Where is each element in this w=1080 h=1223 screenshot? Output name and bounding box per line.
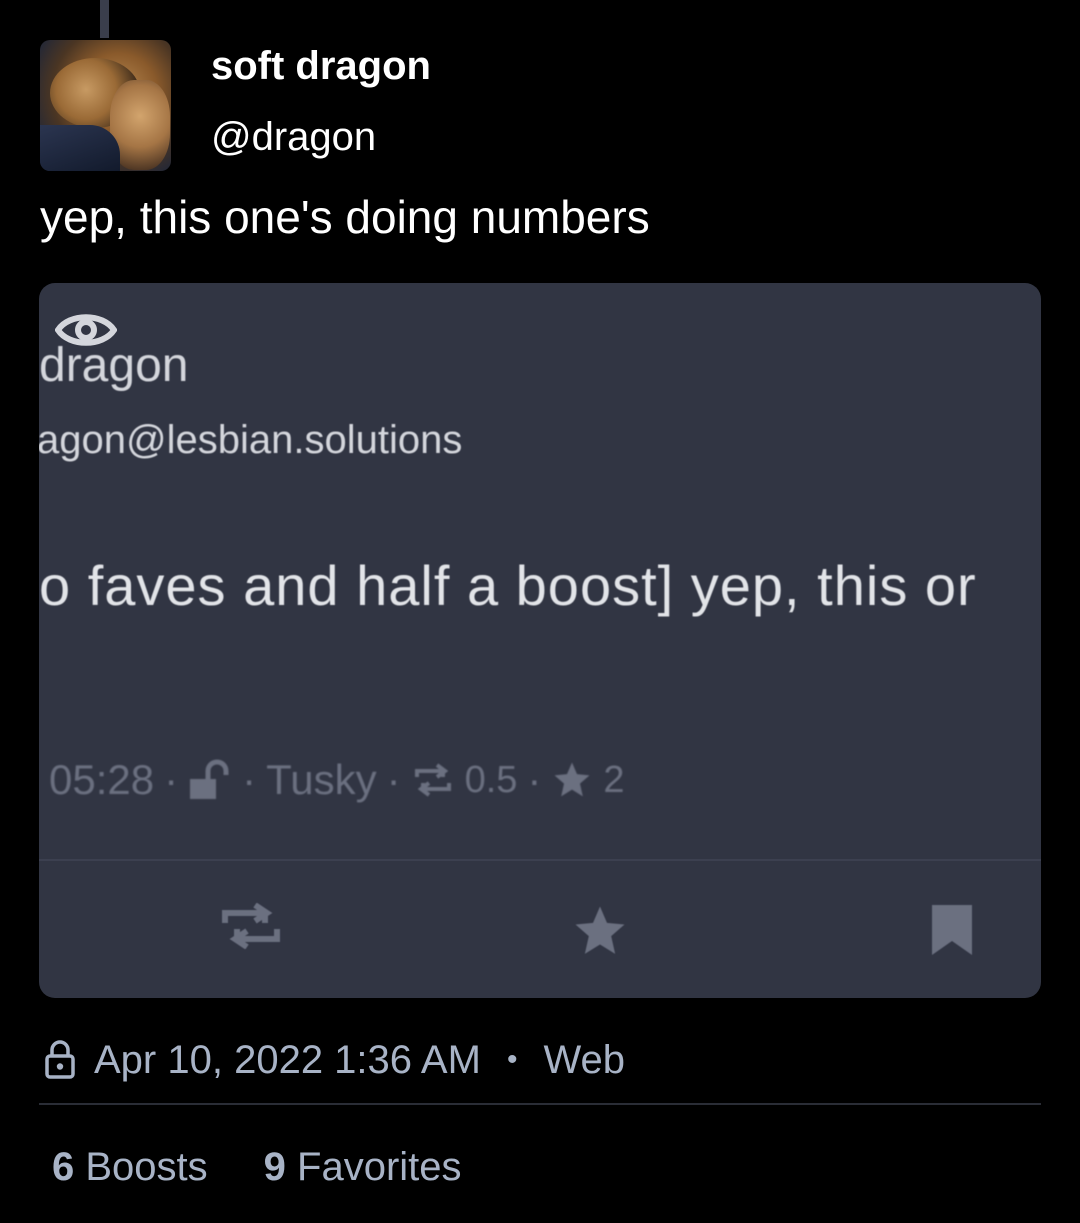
separator-dot: · bbox=[164, 756, 179, 803]
thread-connector-line bbox=[100, 0, 109, 38]
separator-dot: • bbox=[506, 1043, 518, 1076]
boosts-link[interactable]: 6 Boosts bbox=[52, 1145, 208, 1190]
quoted-time: 05:28 bbox=[49, 756, 155, 803]
post-client: Web bbox=[543, 1037, 625, 1082]
post-timestamp[interactable]: Apr 10, 2022 1:36 AM bbox=[94, 1038, 481, 1083]
quoted-handle: agon@lesbian.solutions bbox=[39, 418, 463, 462]
quoted-meta-row: 05:28 · · Tusky · 0.5 · 2 bbox=[49, 755, 625, 805]
bookmark-icon bbox=[932, 905, 972, 955]
avatar[interactable] bbox=[40, 40, 171, 171]
quoted-post-text: o faves and half a boost] yep, this or bbox=[39, 554, 977, 617]
quoted-display-name: dragon bbox=[39, 339, 189, 392]
separator-dot: · bbox=[386, 756, 401, 803]
boost-icon bbox=[414, 763, 451, 797]
boosts-label: Boosts bbox=[85, 1144, 208, 1189]
account-handle[interactable]: @dragon bbox=[211, 115, 376, 160]
divider bbox=[39, 859, 1041, 861]
unlock-icon bbox=[190, 759, 229, 799]
status-detail-view: soft dragon @dragon yep, this one's doin… bbox=[0, 0, 1080, 1223]
post-meta-row: Apr 10, 2022 1:36 AM • Web bbox=[44, 1034, 625, 1086]
boost-icon bbox=[222, 903, 280, 949]
quoted-favorite-count: 2 bbox=[603, 758, 625, 801]
divider bbox=[39, 1103, 1041, 1105]
display-name[interactable]: soft dragon bbox=[211, 44, 431, 89]
separator-dot: · bbox=[242, 756, 257, 803]
favorites-label: Favorites bbox=[297, 1144, 462, 1189]
attached-image[interactable]: dragon agon@lesbian.solutions o faves an… bbox=[39, 283, 1041, 998]
quoted-client: Tusky bbox=[266, 756, 377, 803]
quoted-boost-count: 0.5 bbox=[464, 758, 518, 801]
boosts-count: 6 bbox=[52, 1144, 75, 1189]
post-stats: 6 Boosts 9 Favorites bbox=[52, 1142, 462, 1192]
favorites-link[interactable]: 9 Favorites bbox=[264, 1145, 462, 1190]
star-icon bbox=[575, 906, 625, 954]
lock-icon bbox=[45, 1040, 75, 1079]
star-icon bbox=[554, 762, 590, 797]
favorites-count: 9 bbox=[263, 1144, 286, 1189]
separator-dot: · bbox=[527, 756, 542, 803]
post-content: yep, this one's doing numbers bbox=[40, 191, 650, 243]
